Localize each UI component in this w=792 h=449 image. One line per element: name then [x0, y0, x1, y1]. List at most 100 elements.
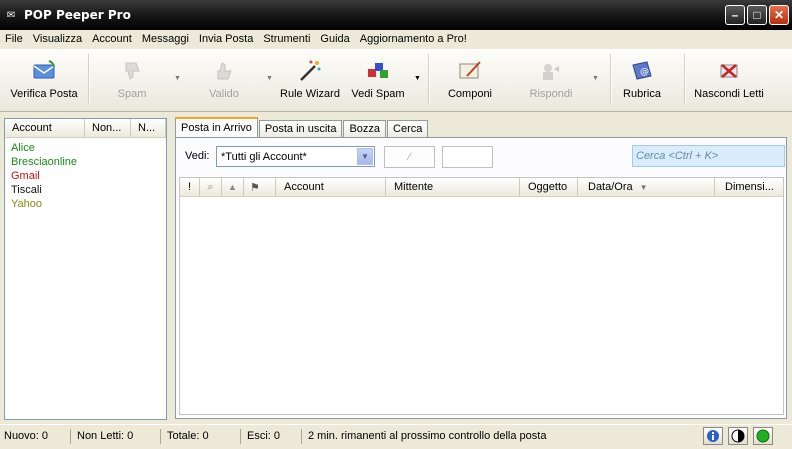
account-column-header[interactable]: Account — [5, 119, 85, 137]
tab-cerca[interactable]: Cerca — [387, 120, 429, 137]
minimize-button[interactable]: – — [725, 5, 745, 25]
address-book-icon: @ — [629, 58, 655, 84]
rule-wizard-button[interactable]: Rule Wizard — [278, 49, 342, 109]
menu-account[interactable]: Account — [87, 33, 137, 45]
filter-button[interactable] — [442, 146, 493, 168]
contrast-button[interactable] — [728, 427, 748, 445]
status-esci: Esci: 0 — [247, 430, 281, 442]
magic-wand-icon — [297, 58, 323, 84]
verifica-posta-button[interactable]: Verifica Posta — [8, 49, 80, 109]
dimensione-column-header[interactable]: Dimensi... — [715, 178, 783, 196]
info-icon — [707, 430, 719, 442]
vedi-spam-dropdown-icon[interactable]: ▼ — [414, 75, 421, 82]
refresh-mail-icon — [31, 58, 57, 84]
eraser-icon: ⁄ — [408, 151, 411, 163]
menu-visualizza[interactable]: Visualizza — [28, 33, 87, 45]
componi-button[interactable]: Componi — [446, 49, 494, 109]
green-dot-icon — [756, 429, 770, 443]
non-letti-column-header[interactable]: Non... — [85, 119, 131, 137]
hide-read-icon — [716, 58, 742, 84]
lock-column-header[interactable]: ▲ — [222, 178, 244, 196]
data-ora-label: Data/Ora — [588, 181, 633, 193]
rispondi-dropdown-icon[interactable]: ▼ — [592, 75, 599, 82]
menu-guida[interactable]: Guida — [315, 33, 354, 45]
toolbar-separator — [428, 54, 430, 104]
close-button[interactable]: ✕ — [769, 5, 789, 25]
accounts-list: Alice Bresciaonline Gmail Tiscali Yahoo — [5, 138, 166, 211]
thumbs-down-icon — [119, 58, 145, 84]
account-filter-select[interactable]: *Tutti gli Account* ▼ — [216, 146, 375, 167]
lock-icon: ▲ — [228, 182, 237, 192]
flag-icon: ⚑ — [250, 181, 260, 194]
toolbar-separator — [684, 54, 686, 104]
oggetto-column-header[interactable]: Oggetto — [520, 178, 578, 196]
account-item[interactable]: Bresciaonline — [5, 155, 166, 169]
chevron-down-icon[interactable]: ▼ — [357, 148, 373, 165]
menu-file[interactable]: File — [0, 33, 28, 45]
spam-button[interactable]: Spam — [104, 49, 160, 109]
spam-dropdown-icon[interactable]: ▼ — [174, 75, 181, 82]
account-item[interactable]: Tiscali — [5, 183, 166, 197]
nuovi-column-header[interactable]: N... — [131, 119, 166, 137]
flag-column-header[interactable]: ⚑ — [244, 178, 276, 196]
tab-bozza[interactable]: Bozza — [343, 120, 387, 137]
message-list[interactable]: ! ⌕ ▲ ⚑ Account Mittente Oggetto Data/Or… — [179, 177, 784, 415]
accounts-header: Account Non... N... — [5, 119, 166, 138]
account-filter-value: *Tutti gli Account* — [221, 150, 307, 163]
menu-strumenti[interactable]: Strumenti — [258, 33, 315, 45]
valido-dropdown-icon[interactable]: ▼ — [266, 75, 273, 82]
attachment-column-header[interactable]: ⌕ — [200, 178, 222, 196]
online-status-button[interactable] — [753, 427, 773, 445]
menu-invia-posta[interactable]: Invia Posta — [194, 33, 258, 45]
status-separator — [160, 429, 161, 444]
title-bar: ✉ POP Peeper Pro – □ ✕ — [0, 0, 792, 30]
inbox-panel: Vedi: *Tutti gli Account* ▼ ⁄ Cerca <Ctr… — [175, 137, 787, 419]
toolbar-separator — [88, 54, 90, 104]
mittente-column-header[interactable]: Mittente — [386, 178, 520, 196]
spam-cubes-icon — [365, 58, 391, 84]
vedi-label: Vedi: — [185, 150, 210, 162]
search-input[interactable]: Cerca <Ctrl + K> — [632, 145, 785, 167]
paperclip-icon: ⌕ — [207, 180, 214, 193]
message-list-header: ! ⌕ ▲ ⚑ Account Mittente Oggetto Data/Or… — [180, 178, 783, 197]
status-message: 2 min. rimanenti al prossimo controllo d… — [308, 430, 547, 442]
status-separator — [301, 429, 302, 444]
status-totale: Totale: 0 — [167, 430, 209, 442]
account-item[interactable]: Alice — [5, 141, 166, 155]
menu-bar: File Visualizza Account Messaggi Invia P… — [0, 30, 792, 48]
account-item[interactable]: Gmail — [5, 169, 166, 183]
tab-posta-in-uscita[interactable]: Posta in uscita — [258, 120, 343, 137]
compose-icon — [457, 58, 483, 84]
rispondi-button[interactable]: Rispondi — [526, 49, 576, 109]
tab-bar: Posta in Arrivo Posta in uscita Bozza Ce… — [175, 117, 429, 137]
vedi-spam-button[interactable]: Vedi Spam — [350, 49, 406, 109]
clear-filter-button[interactable]: ⁄ — [384, 146, 435, 168]
data-ora-column-header[interactable]: Data/Ora ▼ — [578, 178, 715, 196]
status-separator — [240, 429, 241, 444]
info-button[interactable] — [703, 427, 723, 445]
priority-column-header[interactable]: ! — [180, 178, 200, 196]
sort-down-icon: ▼ — [639, 182, 648, 192]
tab-posta-in-arrivo[interactable]: Posta in Arrivo — [175, 117, 258, 137]
status-nuovo: Nuovo: 0 — [4, 430, 49, 442]
status-non-letti: Non Letti: 0 — [77, 430, 134, 442]
accounts-pane: Account Non... N... Alice Bresciaonline Gm… — [4, 118, 167, 420]
window-title: POP Peeper Pro — [24, 8, 131, 22]
maximize-button[interactable]: □ — [747, 5, 767, 25]
app-icon[interactable]: ✉ — [4, 8, 18, 22]
rubrica-button[interactable]: @ Rubrica — [620, 49, 664, 109]
account-column-header[interactable]: Account — [276, 178, 386, 196]
toolbar-separator — [610, 54, 612, 104]
menu-aggiornamento[interactable]: Aggiornamento a Pro! — [355, 33, 472, 45]
nascondi-letti-button[interactable]: Nascondi Letti — [692, 49, 766, 109]
account-item[interactable]: Yahoo — [5, 197, 166, 211]
menu-messaggi[interactable]: Messaggi — [137, 33, 194, 45]
status-bar: Nuovo: 0 Non Letti: 0 Totale: 0 Esci: 0 … — [0, 424, 792, 449]
svg-text:@: @ — [640, 67, 649, 77]
status-separator — [70, 429, 71, 444]
half-circle-icon — [731, 429, 745, 443]
reply-icon — [538, 58, 564, 84]
toolbar: Verifica Posta Spam ▼ Valido ▼ Rule Wiza… — [0, 49, 792, 112]
valido-button[interactable]: Valido — [196, 49, 252, 109]
thumbs-up-icon — [211, 58, 237, 84]
